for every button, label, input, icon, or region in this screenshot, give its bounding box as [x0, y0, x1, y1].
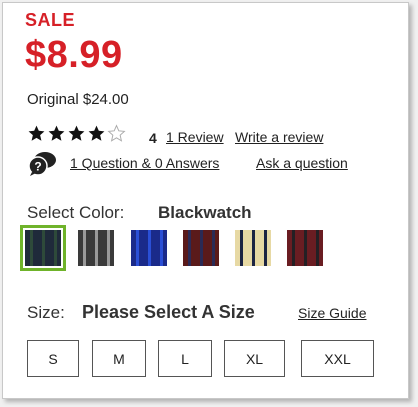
color-swatch-blue-black[interactable]	[131, 230, 167, 266]
star-filled-icon	[48, 125, 65, 141]
questions-answers-link[interactable]: 1 Question & 0 Answers	[70, 155, 219, 171]
review-count-link[interactable]: 1 Review	[166, 129, 224, 145]
write-review-link[interactable]: Write a review	[235, 129, 323, 145]
size-option-xxl[interactable]: XXL	[301, 340, 374, 377]
size-prompt: Please Select A Size	[82, 302, 255, 322]
size-option-m[interactable]: M	[92, 340, 146, 377]
original-price: Original $24.00	[27, 91, 129, 108]
ask-question-link[interactable]: Ask a question	[256, 155, 348, 171]
size-label: Size:	[27, 303, 65, 322]
star-rating	[27, 124, 127, 143]
selected-color-name: Blackwatch	[158, 203, 252, 222]
color-swatch-red-navy[interactable]	[183, 230, 219, 266]
color-label: Select Color:	[27, 203, 125, 222]
svg-text:?: ?	[34, 160, 41, 174]
rating-value: 4	[149, 130, 157, 146]
product-panel: SALE $8.99 Original $24.00 4 1 Review Wr…	[2, 2, 409, 399]
star-filled-icon	[88, 125, 105, 141]
size-option-xl[interactable]: XL	[224, 340, 285, 377]
star-filled-icon	[68, 125, 85, 141]
size-option-l[interactable]: L	[158, 340, 212, 377]
color-swatch-cream-navy[interactable]	[235, 230, 271, 266]
color-swatch-gray-black[interactable]	[78, 230, 114, 266]
color-swatch-blackwatch[interactable]	[20, 225, 66, 271]
star-filled-icon	[28, 125, 45, 141]
color-swatch-red-black[interactable]	[287, 230, 323, 266]
star-empty-icon	[107, 124, 126, 142]
size-option-s[interactable]: S	[27, 340, 79, 377]
sale-price: $8.99	[25, 34, 123, 76]
question-chat-icon: ?	[28, 152, 56, 176]
sale-label: SALE	[25, 10, 76, 30]
size-guide-link[interactable]: Size Guide	[298, 305, 366, 321]
